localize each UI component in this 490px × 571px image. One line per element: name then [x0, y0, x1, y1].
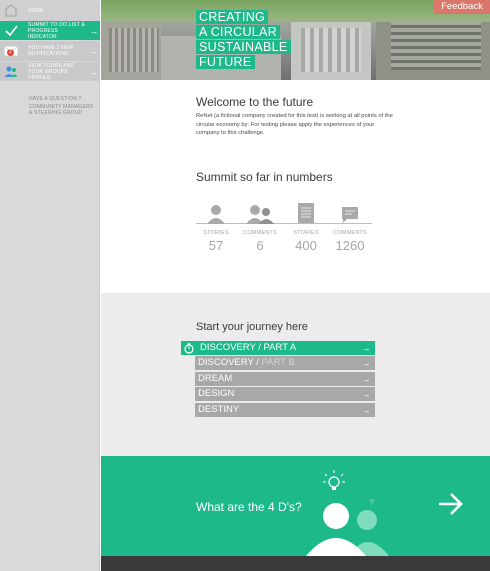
- journey-item-label: DREAM: [198, 373, 233, 384]
- numbers-section: Summit so far in numbers STORIES 57 COMM…: [196, 170, 376, 253]
- person-icon: [196, 200, 236, 224]
- stat-label: STORIES: [203, 230, 229, 236]
- stat-comments: COMMENTS 6: [240, 200, 280, 253]
- stat-stories: STORIES 57: [196, 200, 236, 253]
- sidebar-item-profile[interactable]: VIEW YOURS AND YOUR GROUPS PROFILE →: [0, 62, 100, 81]
- welcome-section: Welcome to the future ReNet (a fictional…: [196, 95, 396, 138]
- journey-title: Start your journey here: [196, 321, 308, 333]
- stat-label: COMMENTS: [243, 230, 277, 236]
- journey-item-label: DISCOVERY /: [198, 357, 262, 368]
- question-mark-icon: ?: [369, 498, 374, 508]
- check-icon: [0, 25, 22, 36]
- community-managers-link[interactable]: COMMUNITY MANAGERS & STEERING GROUP: [29, 104, 95, 116]
- welcome-title: Welcome to the future: [196, 95, 314, 109]
- arrow-right-icon: →: [361, 343, 371, 353]
- numbers-title: Summit so far in numbers: [196, 170, 333, 184]
- journey-item-label: DESTINY: [198, 404, 240, 415]
- sidebar-item-label: SUMMIT TO DO LIST & PROGRESS INDICATOR: [28, 21, 86, 40]
- journey-item-label: DISCOVERY / PART A: [200, 342, 297, 353]
- lightbulb-icon: [323, 470, 345, 490]
- hero-green-roof: [101, 0, 490, 22]
- notification-badge: 2: [7, 49, 14, 56]
- journey-section: Start your journey here DISCOVERY / PART…: [101, 293, 490, 456]
- journey-item-dream[interactable]: DREAM →: [195, 372, 375, 386]
- journey-item-destiny[interactable]: DESTINY →: [195, 403, 375, 417]
- four-ds-label: What are the 4 D's?: [196, 500, 302, 514]
- journey-item-label: DESIGN: [198, 388, 235, 399]
- people-lightbulb-illustration: ?: [306, 470, 389, 556]
- hero-title-line: FUTURE: [196, 55, 255, 69]
- journey-item-discovery-b[interactable]: DISCOVERY / PART B →: [195, 356, 375, 370]
- arrow-right-icon: →: [361, 358, 371, 368]
- footer-bar: [101, 556, 490, 571]
- journey-item-design[interactable]: DESIGN →: [195, 387, 375, 401]
- sidebar-item-label: YOU HAVE 2 NEW NOTIFICATIONS: [28, 45, 74, 57]
- arrow-right-icon[interactable]: [438, 492, 464, 516]
- home-icon: [0, 4, 22, 17]
- sidebar: HOME SUMMIT TO DO LIST & PROGRESS INDICA…: [0, 0, 100, 571]
- have-question-link[interactable]: HAVE A QUESTION ?: [29, 96, 82, 102]
- sidebar-item-summit-todo[interactable]: SUMMIT TO DO LIST & PROGRESS INDICATOR →: [0, 21, 100, 40]
- arrow-right-icon: →: [361, 389, 371, 399]
- stat-label: STORIES: [293, 230, 319, 236]
- hero-title-line: A CIRCULAR: [196, 25, 281, 39]
- people-icon: [240, 200, 280, 224]
- arrow-right-icon: →: [89, 66, 99, 77]
- hero-building-right-windows: [391, 20, 481, 70]
- sidebar-item-label: VIEW YOURS AND YOUR GROUPS PROFILE: [28, 62, 75, 81]
- sidebar-item-notifications[interactable]: 2 YOU HAVE 2 NEW NOTIFICATIONS →: [0, 41, 100, 61]
- sidebar-item-home[interactable]: HOME: [0, 0, 100, 21]
- arrow-right-icon: →: [361, 374, 371, 384]
- stat-stories-total: STORIES 400: [286, 200, 326, 253]
- envelope-icon: 2: [0, 46, 22, 56]
- journey-item-dim-label: PART B: [261, 357, 295, 368]
- hero-building-windows: [109, 28, 159, 72]
- journey-item-discovery-a[interactable]: DISCOVERY / PART A →: [181, 341, 375, 355]
- hero-title-line: CREATING: [196, 10, 269, 24]
- stat-value: 1260: [335, 238, 365, 253]
- arrow-right-icon: →: [89, 25, 99, 36]
- stat-value: 400: [295, 238, 317, 253]
- arrow-right-icon: →: [89, 46, 99, 56]
- stopwatch-icon: [181, 341, 197, 355]
- comment-icon: [330, 200, 370, 224]
- hero-building-grid: [301, 28, 361, 72]
- stat-comments-total: COMMENTS 1260: [330, 200, 370, 253]
- feedback-button[interactable]: Feedback: [434, 0, 490, 14]
- arrow-right-icon: →: [361, 405, 371, 415]
- hero-title: CREATING A CIRCULAR SUSTAINABLE FUTURE: [196, 10, 291, 70]
- welcome-text: ReNet (a fictional company created for t…: [196, 113, 393, 136]
- group-icon: [0, 66, 22, 78]
- hero-title-line: SUSTAINABLE: [196, 40, 291, 54]
- stat-value: 6: [256, 238, 264, 253]
- document-icon: [286, 200, 326, 224]
- stat-value: 57: [208, 238, 224, 253]
- sidebar-item-label: HOME: [28, 7, 44, 14]
- stats-row: STORIES 57 COMMENTS 6 STORIES 400 COMMEN…: [196, 200, 372, 260]
- four-ds-section[interactable]: What are the 4 D's? ?: [101, 456, 490, 556]
- hero-banner: CREATING A CIRCULAR SUSTAINABLE FUTURE F…: [101, 0, 490, 80]
- stat-label: COMMENTS: [333, 230, 367, 236]
